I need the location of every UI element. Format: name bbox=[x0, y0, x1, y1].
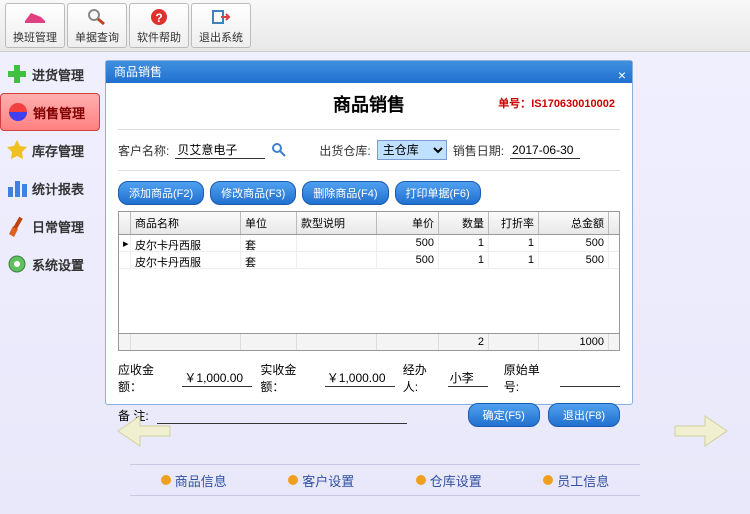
nav-product-info[interactable]: 商品信息 bbox=[161, 471, 227, 490]
items-table: 商品名称单位款型说明单价数量打折率总金额 ▸皮尔卡丹西服套50011500 皮尔… bbox=[118, 211, 620, 351]
filter-row: 客户名称: 出货仓库: 主仓库 销售日期: bbox=[118, 129, 620, 171]
orig-label: 原始单号: bbox=[504, 361, 552, 395]
date-label: 销售日期: bbox=[453, 142, 504, 159]
exit-button[interactable]: 退出系统 bbox=[191, 3, 251, 48]
delete-product-button[interactable]: 删除商品(F4) bbox=[302, 181, 388, 205]
sidebar-item-purchase[interactable]: 进货管理 bbox=[0, 55, 100, 93]
bottom-nav: 商品信息 客户设置 仓库设置 员工信息 bbox=[130, 464, 640, 496]
top-toolbar: 换班管理 单据查询 ? 软件帮助 退出系统 bbox=[0, 0, 750, 52]
edit-product-button[interactable]: 修改商品(F3) bbox=[210, 181, 296, 205]
nav-warehouse[interactable]: 仓库设置 bbox=[416, 471, 482, 490]
warehouse-select[interactable]: 主仓库 bbox=[377, 140, 447, 160]
shoe-icon bbox=[23, 7, 47, 27]
window-title: 商品销售 bbox=[114, 65, 162, 79]
page-title: 商品销售 bbox=[333, 95, 405, 115]
label: 系统设置 bbox=[32, 255, 84, 274]
bars-icon bbox=[6, 177, 28, 199]
nav-staff[interactable]: 员工信息 bbox=[543, 471, 609, 490]
label: 销售管理 bbox=[33, 103, 85, 122]
help-button[interactable]: ? 软件帮助 bbox=[129, 3, 189, 48]
exit-dialog-button[interactable]: 退出(F8) bbox=[548, 403, 620, 427]
star-icon bbox=[6, 139, 28, 161]
label: 日常管理 bbox=[32, 217, 84, 236]
sidebar: 进货管理 销售管理 库存管理 统计报表 日常管理 系统设置 bbox=[0, 55, 100, 283]
sidebar-item-stats[interactable]: 统计报表 bbox=[0, 169, 100, 207]
sidebar-item-settings[interactable]: 系统设置 bbox=[0, 245, 100, 283]
remark-input[interactable] bbox=[157, 407, 407, 424]
actual-label: 实收金额： bbox=[260, 361, 316, 395]
bullet-icon bbox=[288, 475, 298, 485]
prev-arrow-icon[interactable] bbox=[110, 408, 180, 454]
plus-icon bbox=[6, 63, 28, 85]
date-input[interactable] bbox=[510, 142, 580, 159]
gear-icon bbox=[6, 253, 28, 275]
sidebar-item-inventory[interactable]: 库存管理 bbox=[0, 131, 100, 169]
next-arrow-icon[interactable] bbox=[665, 408, 735, 454]
sidebar-item-sales[interactable]: 销售管理 bbox=[0, 93, 100, 131]
receivable-label: 应收金额： bbox=[118, 361, 174, 395]
warehouse-label: 出货仓库: bbox=[319, 142, 370, 159]
receivable-input[interactable] bbox=[182, 370, 252, 387]
svg-text:?: ? bbox=[155, 11, 162, 25]
bullet-icon bbox=[161, 475, 171, 485]
search-icon[interactable] bbox=[271, 142, 287, 158]
label: 进货管理 bbox=[32, 65, 84, 84]
query-button[interactable]: 单据查询 bbox=[67, 3, 127, 48]
confirm-button[interactable]: 确定(F5) bbox=[468, 403, 540, 427]
ball-icon bbox=[7, 101, 29, 123]
orig-input[interactable] bbox=[560, 370, 620, 387]
sidebar-item-daily[interactable]: 日常管理 bbox=[0, 207, 100, 245]
label: 库存管理 bbox=[32, 141, 84, 160]
sales-dialog: 商品销售 × 商品销售 单号：IS170630010002 客户名称: 出货仓库… bbox=[105, 60, 633, 405]
customer-label: 客户名称: bbox=[118, 142, 169, 159]
table-header: 商品名称单位款型说明单价数量打折率总金额 bbox=[119, 212, 619, 235]
brush-icon bbox=[6, 215, 28, 237]
exit-icon bbox=[209, 7, 233, 27]
magnifier-icon bbox=[85, 7, 109, 27]
customer-input[interactable] bbox=[175, 142, 265, 159]
order-number: 单号：IS170630010002 bbox=[498, 95, 615, 111]
close-icon[interactable]: × bbox=[618, 64, 626, 86]
label: 单据查询 bbox=[75, 29, 119, 45]
table-row[interactable]: 皮尔卡丹西服套50011500 bbox=[119, 252, 619, 269]
label: 软件帮助 bbox=[137, 29, 181, 45]
actual-input[interactable] bbox=[325, 370, 395, 387]
label: 换班管理 bbox=[13, 29, 57, 45]
table-footer: 21000 bbox=[119, 333, 619, 350]
label: 统计报表 bbox=[32, 179, 84, 198]
operator-label: 经办人: bbox=[403, 361, 440, 395]
label: 退出系统 bbox=[199, 29, 243, 45]
nav-customer[interactable]: 客户设置 bbox=[288, 471, 354, 490]
bullet-icon bbox=[543, 475, 553, 485]
shift-mgmt-button[interactable]: 换班管理 bbox=[5, 3, 65, 48]
table-row[interactable]: ▸皮尔卡丹西服套50011500 bbox=[119, 235, 619, 252]
help-icon: ? bbox=[147, 7, 171, 27]
print-button[interactable]: 打印单据(F6) bbox=[395, 181, 481, 205]
bullet-icon bbox=[416, 475, 426, 485]
add-product-button[interactable]: 添加商品(F2) bbox=[118, 181, 204, 205]
dialog-titlebar: 商品销售 × bbox=[106, 61, 632, 83]
operator-input[interactable] bbox=[448, 370, 488, 387]
